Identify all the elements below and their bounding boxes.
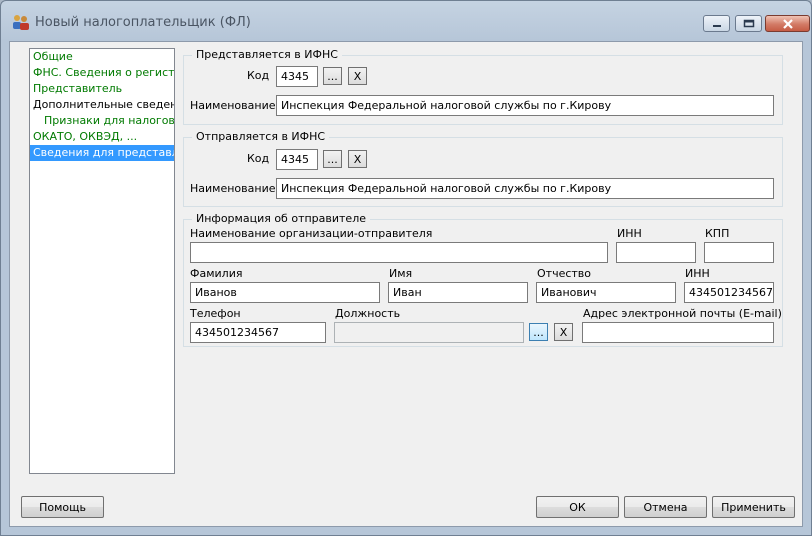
- code-label: Код: [247, 152, 270, 165]
- users-icon: [13, 15, 29, 30]
- code-label: Код: [247, 69, 270, 82]
- presented-clear-button[interactable]: X: [348, 67, 367, 85]
- phone-label: Телефон: [190, 307, 241, 320]
- sent-code-field[interactable]: 4345: [276, 149, 318, 170]
- minimize-button[interactable]: [703, 15, 730, 32]
- ok-button[interactable]: ОК: [536, 496, 619, 518]
- name-label: Наименование: [190, 99, 276, 112]
- phone-field[interactable]: 434501234567: [190, 322, 326, 343]
- sent-name-field[interactable]: Инспекция Федеральной налоговой службы п…: [276, 178, 774, 199]
- group-title: Информация об отправителе: [192, 212, 370, 225]
- position-clear-button[interactable]: X: [554, 323, 573, 341]
- sent-clear-button[interactable]: X: [348, 150, 367, 168]
- clear-icon: X: [353, 152, 362, 166]
- section-list[interactable]: Общие ФНС. Сведения о регистрации Предст…: [29, 48, 175, 474]
- minimize-icon: [712, 24, 721, 27]
- apply-button[interactable]: Применить: [712, 496, 795, 518]
- nav-item-okato-okved[interactable]: ОКАТО, ОКВЭД, ...: [30, 129, 174, 145]
- window-title: Новый налогоплательщик (ФЛ): [35, 15, 251, 30]
- patronymic-field[interactable]: Иванович: [536, 282, 676, 303]
- email-label: Адрес электронной почты (E-mail): [583, 307, 782, 320]
- nav-item-submission-info[interactable]: Сведения для представления: [30, 145, 174, 161]
- group-title: Представляется в ИФНС: [192, 48, 342, 61]
- org-inn-label: ИНН: [617, 227, 642, 240]
- firstname-field[interactable]: Иван: [388, 282, 528, 303]
- nav-item-general[interactable]: Общие: [30, 49, 174, 65]
- org-name-label: Наименование организации-отправителя: [190, 227, 433, 240]
- kpp-label: КПП: [705, 227, 730, 240]
- surname-field[interactable]: Иванов: [190, 282, 380, 303]
- name-label: Наименование: [190, 182, 276, 195]
- close-icon: [782, 18, 793, 29]
- close-button[interactable]: [765, 15, 810, 32]
- patronymic-label: Отчество: [537, 267, 592, 280]
- ellipsis-icon: ...: [327, 152, 338, 166]
- dialog-window: Новый налогоплательщик (ФЛ) Общие ФНС. С…: [0, 0, 812, 536]
- ellipsis-icon: ...: [533, 325, 544, 339]
- firstname-label: Имя: [389, 267, 413, 280]
- inn-field[interactable]: 434501234567: [684, 282, 774, 303]
- title-bar[interactable]: Новый налогоплательщик (ФЛ): [1, 1, 811, 41]
- presented-name-field[interactable]: Инспекция Федеральной налоговой службы п…: [276, 95, 774, 116]
- presented-code-field[interactable]: 4345: [276, 66, 318, 87]
- cancel-button[interactable]: Отмена: [624, 496, 707, 518]
- presented-browse-button[interactable]: ...: [323, 67, 342, 85]
- nav-item-representative[interactable]: Представитель: [30, 81, 174, 97]
- clear-icon: X: [353, 69, 362, 83]
- clear-icon: X: [559, 325, 568, 339]
- org-name-field[interactable]: [190, 242, 608, 263]
- org-inn-field[interactable]: [616, 242, 696, 263]
- inn-label: ИНН: [685, 267, 710, 280]
- position-browse-button[interactable]: ...: [529, 323, 548, 341]
- nav-item-tax-attributes[interactable]: Признаки для налоговой: [30, 113, 174, 129]
- position-label: Должность: [335, 307, 401, 320]
- kpp-field[interactable]: [704, 242, 774, 263]
- restore-icon: [743, 19, 754, 28]
- group-title: Отправляется в ИФНС: [192, 130, 330, 143]
- surname-label: Фамилия: [190, 267, 243, 280]
- nav-item-additional-info[interactable]: Дополнительные сведения: [30, 97, 174, 113]
- maximize-button[interactable]: [735, 15, 762, 32]
- help-button[interactable]: Помощь: [21, 496, 104, 518]
- dialog-client-area: Общие ФНС. Сведения о регистрации Предст…: [9, 41, 803, 527]
- ellipsis-icon: ...: [327, 69, 338, 83]
- sent-browse-button[interactable]: ...: [323, 150, 342, 168]
- position-field[interactable]: [334, 322, 524, 343]
- email-field[interactable]: [582, 322, 774, 343]
- nav-item-fns-registration[interactable]: ФНС. Сведения о регистрации: [30, 65, 174, 81]
